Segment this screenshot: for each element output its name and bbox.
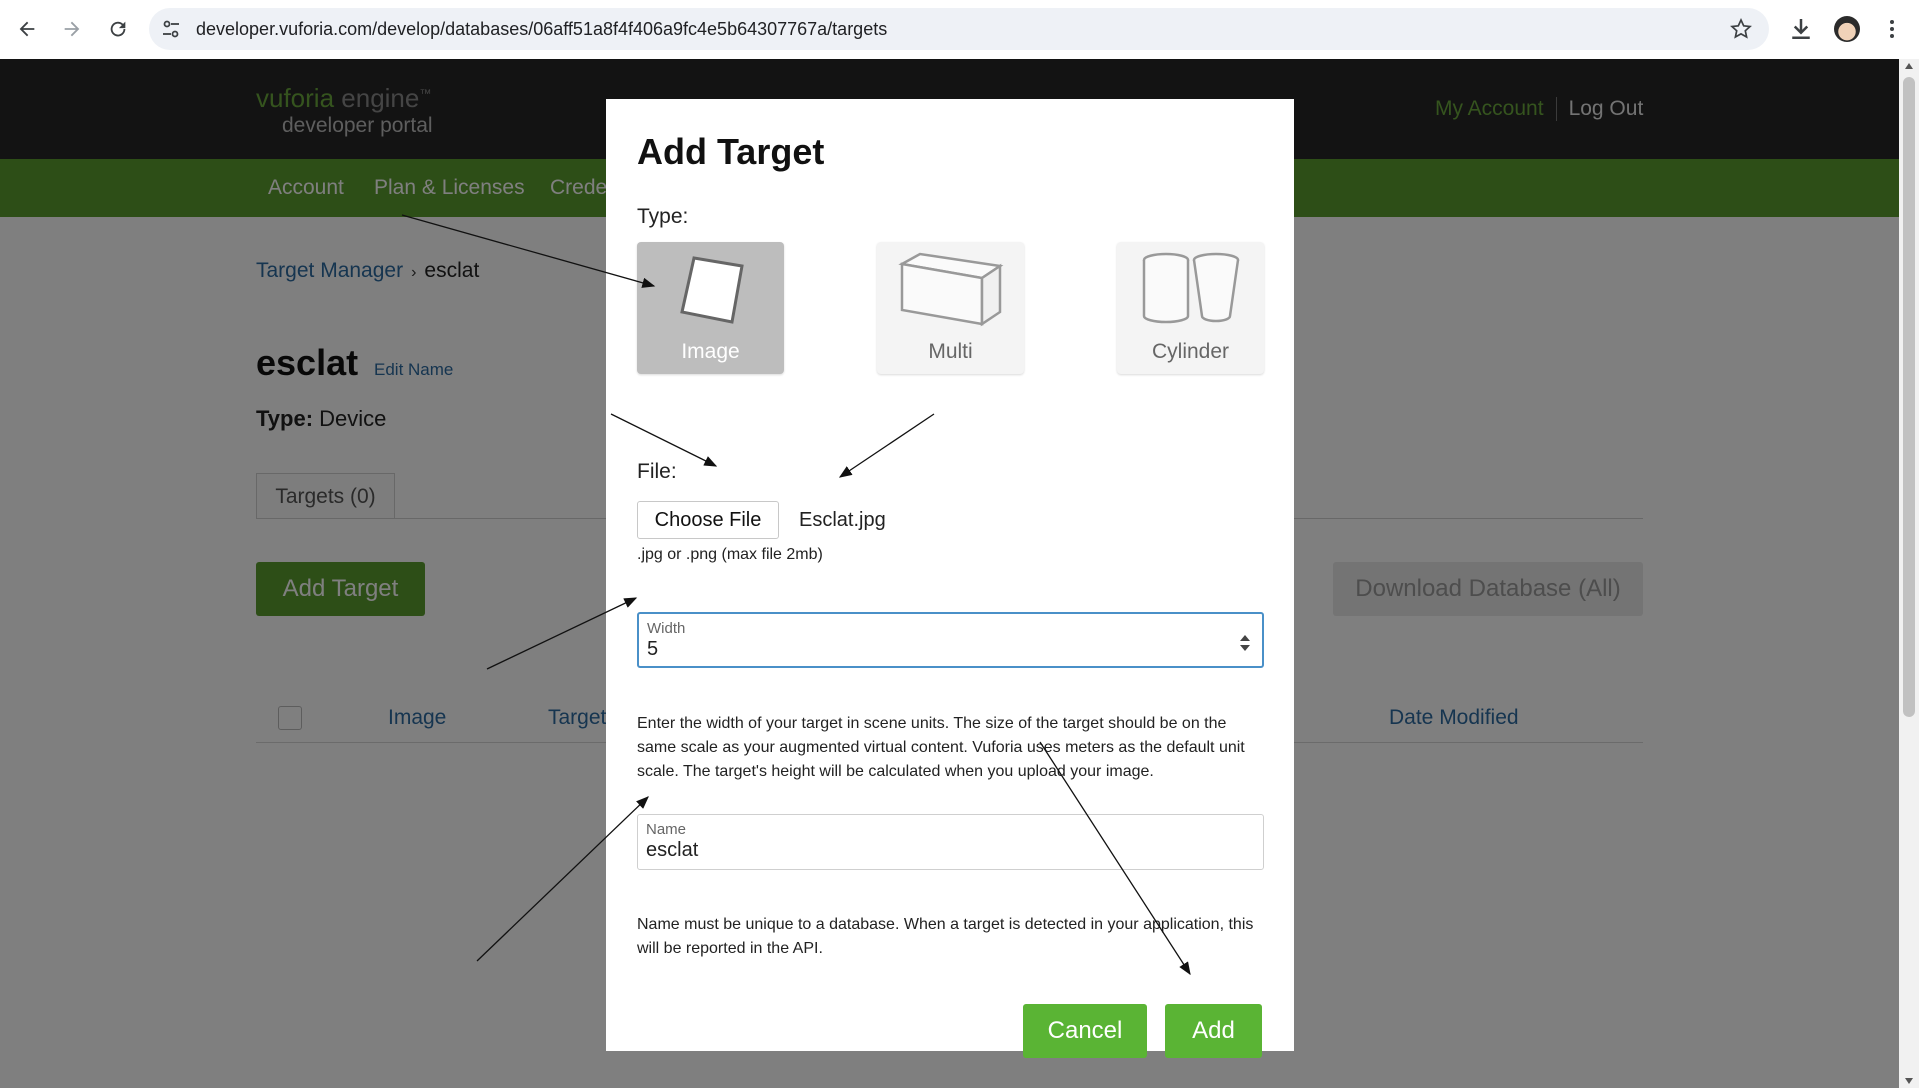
back-icon[interactable] — [12, 14, 42, 44]
multi-target-icon — [897, 252, 1003, 327]
type-label: Type: — [637, 205, 689, 228]
scrollbar-thumb[interactable] — [1903, 77, 1915, 717]
width-value[interactable]: 5 — [647, 638, 658, 661]
file-label: File: — [637, 460, 677, 483]
selected-file-name: Esclat.jpg — [799, 509, 886, 531]
type-image-label: Image — [681, 340, 740, 363]
name-value[interactable]: esclat — [646, 839, 698, 862]
scroll-up-arrow[interactable] — [1905, 63, 1913, 69]
add-button[interactable]: Add — [1165, 1004, 1262, 1058]
forward-icon[interactable] — [57, 14, 87, 44]
downloads-icon[interactable] — [1786, 14, 1816, 44]
type-multi-label: Multi — [928, 340, 973, 363]
image-target-icon — [679, 256, 744, 324]
scroll-down-arrow[interactable] — [1905, 1078, 1913, 1084]
type-cylinder-label: Cylinder — [1151, 340, 1230, 363]
name-field[interactable]: Name esclat — [637, 814, 1264, 870]
dialog-title: Add Target — [637, 131, 825, 172]
browser-toolbar: developer.vuforia.com/develop/databases/… — [0, 0, 1919, 59]
cylinder-target-icon — [1142, 252, 1239, 324]
site-settings-icon[interactable] — [159, 17, 183, 41]
address-bar[interactable]: developer.vuforia.com/develop/databases/… — [149, 8, 1769, 50]
type-cylinder-option[interactable]: Cylinder — [1117, 242, 1264, 374]
name-label: Name — [646, 821, 687, 838]
vertical-scrollbar[interactable] — [1899, 59, 1919, 1088]
add-target-dialog: Add Target Type: Image Multi Cylinder Fi… — [606, 99, 1294, 1058]
url-text[interactable]: developer.vuforia.com/develop/databases/… — [196, 19, 887, 40]
width-label: Width — [647, 620, 686, 637]
type-multi-option[interactable]: Multi — [877, 242, 1024, 374]
width-field[interactable]: Width 5 — [637, 612, 1264, 668]
type-image-option[interactable]: Image — [637, 242, 784, 374]
reload-icon[interactable] — [103, 14, 133, 44]
bookmark-star-icon[interactable] — [1729, 17, 1753, 41]
name-help-text: Name must be unique to a database. When … — [637, 916, 1254, 957]
page: vuforia engine™ developer portal My Acco… — [0, 59, 1919, 1088]
file-hint: .jpg or .png (max file 2mb) — [637, 546, 823, 563]
width-stepper-icon[interactable] — [1238, 632, 1252, 654]
choose-file-button[interactable]: Choose File — [637, 501, 779, 539]
profile-avatar[interactable] — [1834, 16, 1860, 42]
more-menu-icon[interactable] — [1880, 14, 1904, 44]
cancel-button[interactable]: Cancel — [1023, 1004, 1147, 1058]
width-help-text: Enter the width of your target in scene … — [637, 715, 1245, 780]
